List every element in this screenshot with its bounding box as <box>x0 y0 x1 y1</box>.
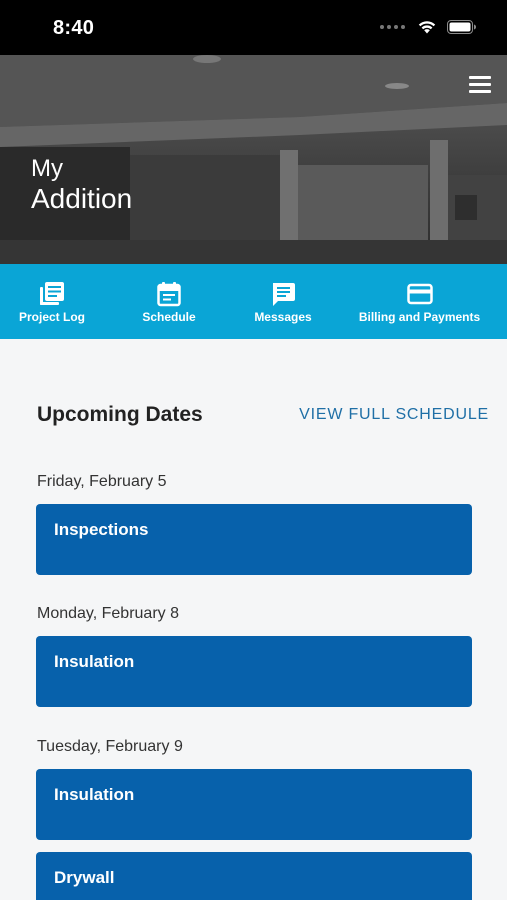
status-icons <box>380 19 477 34</box>
hamburger-menu-icon[interactable] <box>469 76 491 94</box>
event-card[interactable]: Insulation <box>36 769 472 840</box>
header-hero: My Addition <box>0 55 507 264</box>
tab-project-log[interactable]: Project Log <box>0 264 104 339</box>
event-card[interactable]: Inspections <box>36 504 472 575</box>
message-icon <box>273 283 295 306</box>
signal-dots-icon <box>380 24 405 29</box>
calendar-icon <box>157 282 181 307</box>
tab-label: Schedule <box>142 310 196 324</box>
tab-label: Project Log <box>18 310 85 324</box>
upcoming-dates-section: Upcoming Dates VIEW FULL SCHEDULE Friday… <box>0 339 507 900</box>
date-heading: Monday, February 8 <box>37 605 179 622</box>
project-log-icon <box>40 282 64 305</box>
section-title: Upcoming Dates <box>37 403 203 426</box>
event-title: Insulation <box>54 785 135 804</box>
project-title: My Addition <box>31 155 133 214</box>
credit-card-icon <box>406 283 433 305</box>
wifi-icon <box>418 21 436 34</box>
event-title: Drywall <box>54 868 115 887</box>
status-time: 8:40 <box>53 17 95 39</box>
project-title-line1: My <box>31 155 63 182</box>
tab-messages[interactable]: Messages <box>234 264 332 339</box>
project-title-line2: Addition <box>31 182 133 214</box>
event-title: Insulation <box>54 652 135 671</box>
tab-label: Messages <box>254 310 312 324</box>
tab-label: Billing and Payments <box>358 310 481 324</box>
battery-icon <box>447 19 476 34</box>
date-heading: Friday, February 5 <box>37 473 167 490</box>
event-card[interactable]: Insulation <box>36 636 472 707</box>
tab-billing-and-payments[interactable]: Billing and Payments <box>332 264 507 339</box>
event-title: Inspections <box>54 520 149 539</box>
status-bar: 8:40 <box>0 0 507 55</box>
tab-schedule[interactable]: Schedule <box>104 264 234 339</box>
event-card[interactable]: Drywall <box>36 852 472 900</box>
date-heading: Tuesday, February 9 <box>37 738 183 755</box>
view-full-schedule-link[interactable]: VIEW FULL SCHEDULE <box>299 406 489 424</box>
tab-bar: Project Log Schedule Messages Billing an… <box>0 264 507 339</box>
